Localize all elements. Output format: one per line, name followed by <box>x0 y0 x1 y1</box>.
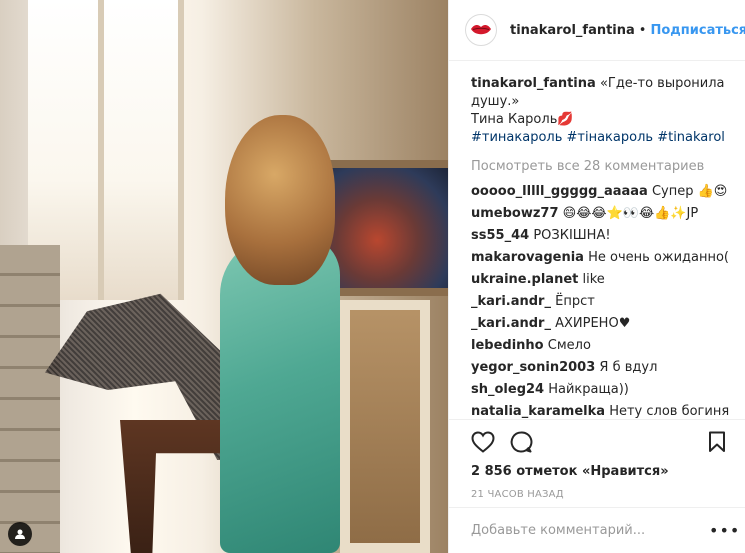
comment-item: lebedinho Смело <box>471 336 729 355</box>
comment-text: Нету слов богиня <box>609 404 729 419</box>
like-button[interactable] <box>471 430 495 454</box>
comment-text: АХИРЕНО♥ <box>555 316 631 331</box>
comment-username[interactable]: yegor_sonin2003 <box>471 360 595 375</box>
hashtag-link[interactable]: #тинакароль <box>471 130 562 145</box>
add-comment-input[interactable]: Добавьте комментарий... <box>471 523 709 538</box>
comment-username[interactable]: lebedinho <box>471 338 544 353</box>
comment-text: Супер 👍😍 <box>651 184 728 199</box>
avatar[interactable] <box>465 14 497 46</box>
comment-item: makarovagenia Не очень ожиданно( <box>471 248 729 267</box>
post-timestamp[interactable]: 21 часов назад <box>471 489 729 500</box>
more-options-icon[interactable]: ••• <box>709 521 739 540</box>
comment-item: ukraine.planet like <box>471 270 729 289</box>
frame-backdrop <box>340 300 430 553</box>
comment-item: natalia_karamelka Нету слов богиня <box>471 402 729 419</box>
hashtag-link[interactable]: #tinakarol <box>657 130 725 145</box>
painting-backdrop <box>330 168 448 288</box>
comment-item: ss55_44 РОЗКІШНА! <box>471 226 729 245</box>
lips-logo-icon <box>471 25 491 35</box>
post-header: tinakarol_fantina • Подписаться <box>449 0 745 61</box>
view-all-comments-link[interactable]: Посмотреть все 28 комментариев <box>471 157 729 176</box>
comment-username[interactable]: makarovagenia <box>471 250 584 265</box>
comment-item: sh_oleg24 Найкраща)) <box>471 380 729 399</box>
comment-text: like <box>582 272 605 287</box>
follow-button[interactable]: Подписаться <box>650 23 745 38</box>
comment-username[interactable]: ooooo_lllll_ggggg_aaaaa <box>471 184 648 199</box>
wooden-crate <box>0 245 60 553</box>
comment-username[interactable]: _kari.andr_ <box>471 294 551 309</box>
comment-text: 😄😂😂⭐👀😂👍✨JP <box>562 206 699 221</box>
comment-text: Найкраща)) <box>548 382 629 397</box>
save-button[interactable] <box>705 430 729 454</box>
action-icons-row <box>471 430 729 454</box>
comment-text: Я б вдул <box>599 360 658 375</box>
comment-text: Смело <box>547 338 591 353</box>
comment-item: _kari.andr_ АХИРЕНО♥ <box>471 314 729 333</box>
bookmark-icon <box>709 431 725 452</box>
tagged-user-icon[interactable] <box>8 522 32 546</box>
comment-text: Ёпрст <box>555 294 595 309</box>
post-actions: 2 856 отметок «Нравится» 21 часов назад <box>449 419 745 507</box>
comment-button[interactable] <box>509 430 533 454</box>
header-separator: • <box>638 22 647 38</box>
header-username[interactable]: tinakarol_fantina <box>510 23 635 38</box>
post-photo[interactable] <box>0 0 448 553</box>
add-comment-bar: Добавьте комментарий... ••• <box>449 507 745 553</box>
caption-text-line1: «Где-то выронила <box>599 76 725 91</box>
caption-username[interactable]: tinakarol_fantina <box>471 76 596 91</box>
comment-text: Не очень ожиданно( <box>588 250 729 265</box>
comment-username[interactable]: ss55_44 <box>471 228 529 243</box>
comment-username[interactable]: _kari.andr_ <box>471 316 551 331</box>
caption-text-line3: Тина Кароль💋 <box>471 112 574 127</box>
hashtag-link[interactable]: #тінакароль <box>567 130 654 145</box>
comment-item: umebowz77 😄😂😂⭐👀😂👍✨JP <box>471 204 729 223</box>
comment-item: yegor_sonin2003 Я б вдул <box>471 358 729 377</box>
comment-username[interactable]: natalia_karamelka <box>471 404 605 419</box>
comment-item: _kari.andr_ Ёпрст <box>471 292 729 311</box>
woman-hair <box>225 115 335 285</box>
post-caption: tinakarol_fantina «Где-то выронила душу.… <box>471 75 729 147</box>
heart-outline-icon <box>471 431 495 453</box>
comment-bubble-icon <box>510 431 533 453</box>
comment-text: РОЗКІШНА! <box>533 228 611 243</box>
comment-item: ooooo_lllll_ggggg_aaaaa Супер 👍😍 <box>471 182 729 201</box>
post-sidebar: tinakarol_fantina • Подписаться tinakaro… <box>448 0 745 553</box>
comment-username[interactable]: sh_oleg24 <box>471 382 544 397</box>
comments-section[interactable]: tinakarol_fantina «Где-то выронила душу.… <box>449 61 745 419</box>
comment-username[interactable]: ukraine.planet <box>471 272 578 287</box>
instagram-post: tinakarol_fantina • Подписаться tinakaro… <box>0 0 745 553</box>
caption-text-line2: душу.» <box>471 94 520 109</box>
likes-count[interactable]: 2 856 отметок «Нравится» <box>471 464 729 479</box>
comment-username[interactable]: umebowz77 <box>471 206 559 221</box>
